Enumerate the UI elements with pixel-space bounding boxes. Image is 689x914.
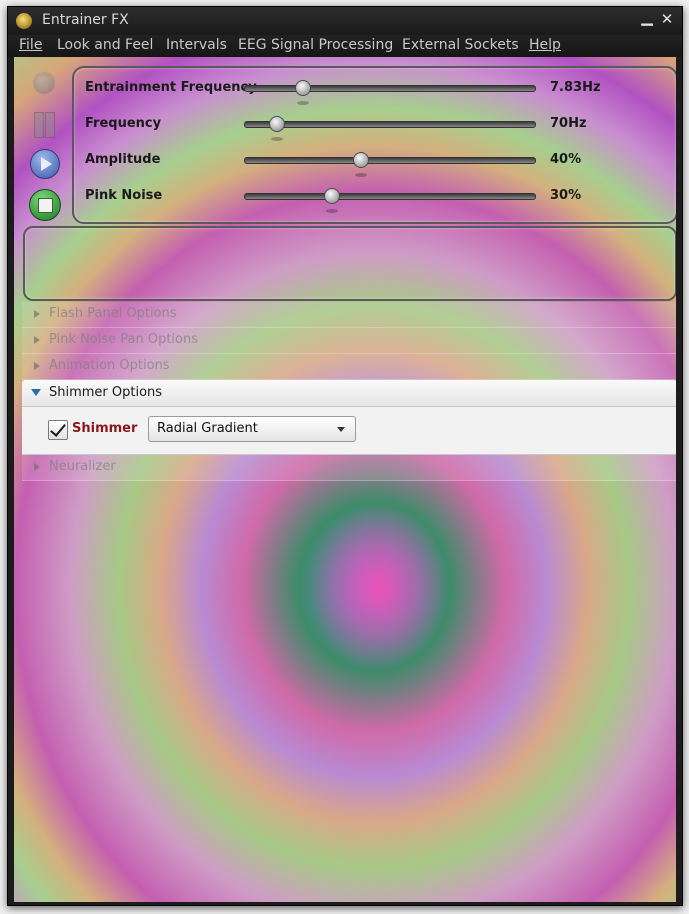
accordion-animation-options[interactable]: Animation Options (22, 354, 676, 380)
shimmer-options-panel: Shimmer Radial Gradient (22, 407, 676, 455)
menu-intervals[interactable]: Intervals (166, 37, 227, 53)
pink-noise-knob[interactable] (324, 188, 340, 204)
entrainment-frequency-slider[interactable] (244, 80, 536, 105)
knob-shadow (270, 137, 283, 141)
collapsed-arrow-icon (34, 463, 40, 471)
main-window: Entrainer FX ▁ ✕ File Look and Feel Inte… (7, 6, 683, 906)
entrainment-frequency-label: Entrainment Frequency (85, 80, 257, 95)
menu-help[interactable]: Help (529, 37, 561, 53)
accordion-flash-panel-options[interactable]: Flash Panel Options (22, 302, 676, 328)
menu-file-label: File (19, 37, 43, 53)
frequency-slider[interactable] (244, 116, 536, 141)
menu-look-and-feel-label: Look and Feel (57, 37, 154, 53)
menu-external-sockets-label: External Sockets (402, 37, 519, 53)
amplitude-slider[interactable] (244, 152, 536, 177)
accordion-neuralizer[interactable]: Neuralizer (22, 455, 676, 481)
knob-shadow (326, 209, 338, 213)
collapsed-arrow-icon (34, 310, 40, 318)
menu-bar: File Look and Feel Intervals EEG Signal … (8, 35, 682, 57)
collapsed-arrow-icon (34, 362, 40, 370)
shimmer-type-dropdown[interactable]: Radial Gradient (148, 416, 356, 442)
entrainment-frequency-knob[interactable] (295, 80, 311, 96)
frequency-label: Frequency (85, 116, 162, 131)
pink-noise-slider[interactable] (244, 188, 536, 213)
pink-noise-value: 30% (550, 188, 582, 203)
knob-shadow (297, 101, 309, 105)
slider-panel: Entrainment Frequency 7.83Hz Frequency 7… (72, 66, 676, 224)
menu-look-and-feel[interactable]: Look and Feel (57, 37, 153, 53)
pause-bar-left (34, 112, 44, 138)
menu-eeg-label: EEG Signal Processing (238, 37, 394, 53)
shimmer-type-selected: Radial Gradient (157, 421, 258, 436)
pink-noise-label: Pink Noise (85, 188, 163, 203)
accordion-pink-noise-pan-options[interactable]: Pink Noise Pan Options (22, 328, 676, 354)
frequency-value: 70Hz (550, 116, 587, 131)
menu-file[interactable]: File (19, 37, 42, 53)
accordion-label: Neuralizer (49, 459, 116, 474)
shimmer-background: Entrainment Frequency 7.83Hz Frequency 7… (14, 57, 676, 902)
accordion-label: Animation Options (49, 358, 170, 373)
menu-help-label: Help (529, 37, 561, 53)
chevron-down-icon (337, 427, 345, 432)
accordion-label: Pink Noise Pan Options (49, 332, 199, 347)
menu-eeg-signal-processing[interactable]: EEG Signal Processing (238, 37, 393, 53)
amplitude-knob[interactable] (353, 152, 369, 168)
stop-icon[interactable] (29, 189, 61, 221)
accordion-label: Flash Panel Options (49, 306, 177, 321)
play-icon[interactable] (30, 149, 60, 179)
window-title: Entrainer FX (42, 12, 129, 28)
pause-bar-right (45, 112, 55, 138)
close-button[interactable]: ✕ (658, 10, 676, 28)
app-logo-icon (16, 13, 32, 29)
display-panel (23, 226, 676, 301)
title-bar[interactable]: Entrainer FX ▁ ✕ (8, 7, 682, 35)
entrainment-frequency-value: 7.83Hz (550, 80, 601, 95)
menu-external-sockets[interactable]: External Sockets (402, 37, 519, 53)
accordion-label: Shimmer Options (49, 385, 163, 400)
shimmer-checkbox[interactable] (48, 420, 68, 440)
amplitude-value: 40% (550, 152, 582, 167)
accordion-shimmer-options[interactable]: Shimmer Options (22, 380, 676, 407)
pause-icon[interactable] (33, 112, 55, 138)
menu-intervals-label: Intervals (166, 37, 227, 53)
knob-shadow (355, 173, 367, 177)
minimize-button[interactable]: ▁ (638, 8, 656, 26)
frequency-knob[interactable] (268, 116, 285, 132)
amplitude-label: Amplitude (85, 152, 161, 167)
shimmer-checkbox-label[interactable]: Shimmer (72, 421, 137, 436)
record-icon[interactable] (33, 72, 55, 94)
expanded-arrow-icon (31, 389, 41, 396)
collapsed-arrow-icon (34, 336, 40, 344)
